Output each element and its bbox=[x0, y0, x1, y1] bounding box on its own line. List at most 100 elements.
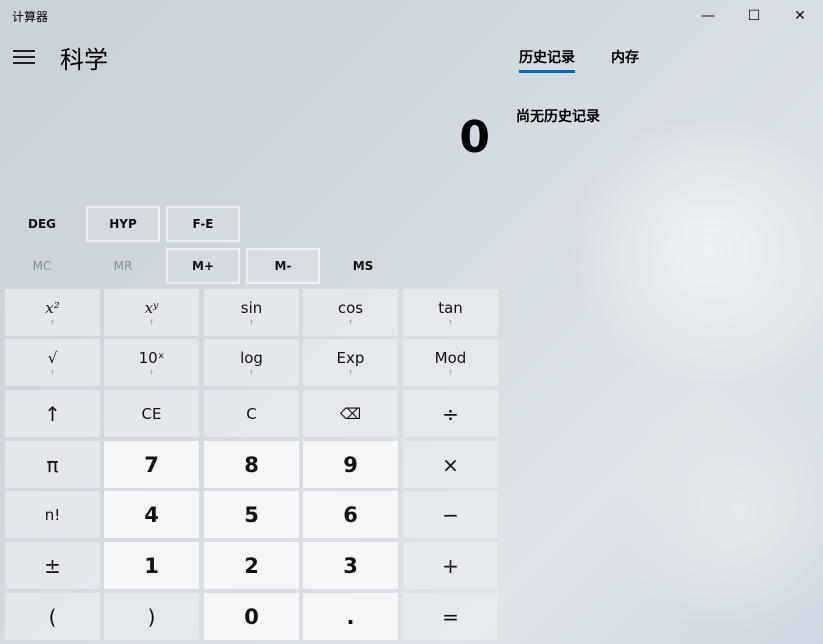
tan-button[interactable]: tan ↑ bbox=[403, 289, 498, 336]
right-paren-button[interactable]: ) bbox=[104, 593, 199, 640]
clear-entry-label: CE bbox=[141, 404, 162, 423]
divide-button[interactable]: ÷ bbox=[403, 390, 498, 437]
digit-1-button[interactable]: 1 bbox=[104, 542, 199, 589]
digit-9-label: 9 bbox=[343, 452, 358, 477]
mod-label: Mod bbox=[434, 348, 467, 367]
digit-2-label: 2 bbox=[244, 553, 259, 578]
tan-label: tan bbox=[438, 298, 463, 317]
exp-button[interactable]: Exp ↑ bbox=[303, 339, 398, 386]
decimal-button[interactable]: . bbox=[303, 593, 398, 640]
digit-3-label: 3 bbox=[343, 553, 358, 578]
sin-button[interactable]: sin ↑ bbox=[204, 289, 299, 336]
digit-8-label: 8 bbox=[244, 452, 259, 477]
shift-button[interactable]: ↑ bbox=[5, 390, 100, 437]
digit-4-label: 4 bbox=[144, 502, 159, 527]
exp-label: Exp bbox=[336, 348, 365, 367]
minimize-button[interactable]: — bbox=[685, 0, 731, 32]
equals-icon: = bbox=[442, 604, 459, 629]
power-label: xʸ bbox=[144, 298, 159, 317]
memory-store-button[interactable]: MS bbox=[326, 248, 400, 284]
power-button[interactable]: xʸ ↑ bbox=[104, 289, 199, 336]
deg-button[interactable]: DEG bbox=[5, 206, 79, 242]
shift-hint-icon: ↑ bbox=[248, 318, 255, 327]
backspace-button[interactable]: ⌫ bbox=[303, 390, 398, 437]
maximize-button[interactable]: ☐ bbox=[731, 0, 777, 32]
clear-entry-button[interactable]: CE bbox=[104, 390, 199, 437]
divide-icon: ÷ bbox=[442, 401, 459, 426]
sin-label: sin bbox=[240, 298, 263, 317]
digit-6-button[interactable]: 6 bbox=[303, 491, 398, 538]
pi-button[interactable]: π bbox=[5, 441, 100, 488]
square-label: x² bbox=[45, 298, 60, 317]
digit-6-label: 6 bbox=[343, 502, 358, 527]
decimal-label: . bbox=[346, 604, 355, 629]
memory-recall-button[interactable]: MR bbox=[86, 248, 160, 284]
digit-5-button[interactable]: 5 bbox=[204, 491, 299, 538]
shift-hint-icon: ↑ bbox=[49, 368, 56, 377]
factorial-label: n! bbox=[44, 505, 61, 524]
result-display: 0 bbox=[459, 112, 490, 163]
factorial-button[interactable]: n! bbox=[5, 491, 100, 538]
backspace-icon: ⌫ bbox=[339, 404, 362, 423]
log-button[interactable]: log ↑ bbox=[204, 339, 299, 386]
cos-label: cos bbox=[337, 298, 364, 317]
shift-hint-icon: ↑ bbox=[49, 318, 56, 327]
digit-1-label: 1 bbox=[144, 553, 159, 578]
minimize-icon: — bbox=[701, 8, 715, 24]
memory-clear-button[interactable]: MC bbox=[5, 248, 79, 284]
digit-0-button[interactable]: 0 bbox=[204, 593, 299, 640]
shift-hint-icon: ↑ bbox=[447, 368, 454, 377]
multiply-button[interactable]: × bbox=[403, 441, 498, 488]
digit-7-button[interactable]: 7 bbox=[104, 441, 199, 488]
sqrt-button[interactable]: √ ↑ bbox=[5, 339, 100, 386]
menu-icon[interactable] bbox=[13, 50, 35, 64]
digit-0-label: 0 bbox=[244, 604, 259, 629]
digit-2-button[interactable]: 2 bbox=[204, 542, 299, 589]
hyp-button[interactable]: HYP bbox=[86, 206, 160, 242]
shift-hint-icon: ↑ bbox=[148, 318, 155, 327]
shift-hint-icon: ↑ bbox=[347, 368, 354, 377]
log-label: log bbox=[240, 348, 263, 367]
ten-power-button[interactable]: 10ˣ ↑ bbox=[104, 339, 199, 386]
history-empty-message: 尚无历史记录 bbox=[516, 109, 600, 125]
multiply-icon: × bbox=[442, 452, 459, 477]
shift-hint-icon: ↑ bbox=[347, 318, 354, 327]
shift-hint-icon: ↑ bbox=[248, 368, 255, 377]
left-paren-button[interactable]: ( bbox=[5, 593, 100, 640]
plus-button[interactable]: + bbox=[403, 542, 498, 589]
square-button[interactable]: x² ↑ bbox=[5, 289, 100, 336]
memory-add-button[interactable]: M+ bbox=[166, 248, 240, 284]
fe-button[interactable]: F-E bbox=[166, 206, 240, 242]
shift-hint-icon: ↑ bbox=[148, 368, 155, 377]
pi-label: π bbox=[46, 452, 59, 477]
maximize-icon: ☐ bbox=[747, 8, 761, 24]
ten-power-label: 10ˣ bbox=[138, 348, 165, 367]
close-button[interactable]: ✕ bbox=[777, 0, 823, 32]
digit-7-label: 7 bbox=[144, 452, 159, 477]
digit-3-button[interactable]: 3 bbox=[303, 542, 398, 589]
close-icon: ✕ bbox=[794, 8, 806, 24]
mod-button[interactable]: Mod ↑ bbox=[403, 339, 498, 386]
plus-icon: + bbox=[442, 553, 459, 578]
negate-button[interactable]: ± bbox=[5, 542, 100, 589]
clear-button[interactable]: C bbox=[204, 390, 299, 437]
clear-label: C bbox=[246, 404, 257, 423]
digit-8-button[interactable]: 8 bbox=[204, 441, 299, 488]
shift-hint-icon: ↑ bbox=[447, 318, 454, 327]
window-title: 计算器 bbox=[12, 10, 49, 24]
tab-history[interactable]: 历史记录 bbox=[519, 47, 575, 73]
equals-button[interactable]: = bbox=[403, 593, 498, 640]
plus-minus-icon: ± bbox=[44, 553, 61, 578]
background-glow bbox=[620, 380, 823, 640]
memory-subtract-button[interactable]: M- bbox=[246, 248, 320, 284]
minus-button[interactable]: − bbox=[403, 491, 498, 538]
digit-5-label: 5 bbox=[244, 502, 259, 527]
digit-9-button[interactable]: 9 bbox=[303, 441, 398, 488]
title-bar[interactable]: 计算器 — ☐ ✕ bbox=[0, 0, 823, 32]
minus-icon: − bbox=[442, 502, 459, 527]
mode-title: 科学 bbox=[60, 46, 108, 74]
cos-button[interactable]: cos ↑ bbox=[303, 289, 398, 336]
background-glow bbox=[560, 120, 823, 380]
tab-memory[interactable]: 内存 bbox=[611, 47, 639, 67]
digit-4-button[interactable]: 4 bbox=[104, 491, 199, 538]
